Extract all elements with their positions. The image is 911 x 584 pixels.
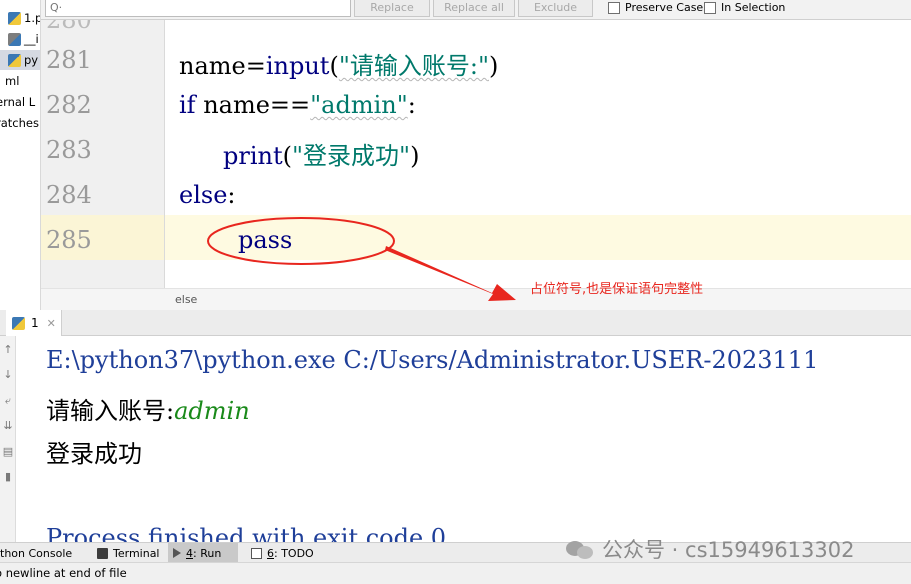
python-file-icon xyxy=(8,53,21,67)
run-console[interactable]: E:\python37\python.exe C:/Users/Administ… xyxy=(17,336,911,542)
run-tab[interactable]: 1 ✕ xyxy=(6,310,62,336)
project-tree-item[interactable]: 1.p xyxy=(0,8,41,28)
run-tool-tab[interactable]: 4: Run xyxy=(168,543,238,563)
code-text: ) xyxy=(489,52,499,80)
builtin-function: input xyxy=(265,52,330,80)
terminal-label: Terminal xyxy=(113,546,160,560)
code-text: : xyxy=(407,91,416,119)
exclude-button[interactable]: Exclude xyxy=(518,0,593,17)
breadcrumb-item[interactable]: else xyxy=(175,293,197,306)
project-tree-item[interactable]: ml xyxy=(0,71,19,91)
console-user-input: admin xyxy=(174,397,250,425)
python-console-tab[interactable]: thon Console xyxy=(0,543,77,563)
arrow-down-icon[interactable]: ↓ xyxy=(1,367,15,383)
code-text: ( xyxy=(329,52,339,80)
code-line[interactable]: print("登录成功") xyxy=(223,136,419,171)
code-line[interactable]: name=input("请输入账号:") xyxy=(179,46,498,81)
status-bar: o newline at end of file xyxy=(0,562,911,584)
run-icon xyxy=(173,548,181,558)
code-editor[interactable]: 280 281 282 283 284 285 name=input("请输入账… xyxy=(41,20,911,288)
console-finished-line: Process finished with exit code 0 xyxy=(46,524,447,542)
code-line[interactable]: if name=="admin": xyxy=(179,91,416,119)
wechat-logo-icon xyxy=(566,538,596,560)
search-icon: Q· xyxy=(50,1,63,14)
string-literal: "admin" xyxy=(310,91,408,119)
project-tree-item-label: 1.p xyxy=(24,11,41,25)
keyword: else xyxy=(179,181,228,209)
annotation-note: 占位符号,也是保证语句完整性 xyxy=(530,282,704,297)
preserve-case-label: Preserve Case xyxy=(625,1,704,14)
keyword: if xyxy=(179,91,196,119)
find-input[interactable]: Q· xyxy=(45,0,351,17)
todo-tab[interactable]: 6: TODO xyxy=(246,543,319,563)
external-libraries-item[interactable]: ernal L xyxy=(0,92,35,112)
line-number: 282 xyxy=(46,91,92,119)
project-tree-item-selected[interactable]: py xyxy=(0,50,40,70)
run-tab-label: 1 xyxy=(31,316,39,330)
watermark: 公众号 · cs15949613302 xyxy=(566,534,854,564)
project-tree-item-label: __i xyxy=(24,32,39,46)
code-text: ( xyxy=(282,142,292,170)
string-literal: "请输入账号:" xyxy=(338,52,489,80)
project-tree-item[interactable]: __i xyxy=(0,29,39,49)
scroll-to-end-icon[interactable]: ⇊ xyxy=(1,418,15,434)
todo-tab-label: : TODO xyxy=(274,546,314,560)
replace-button[interactable]: Replace xyxy=(354,0,430,17)
checkbox-icon xyxy=(608,1,620,14)
console-prompt: 请输入账号: xyxy=(46,397,175,425)
run-tab-bar: 1 ✕ xyxy=(0,310,911,336)
project-sidebar: 1.p __i py ml ernal L ratches xyxy=(0,0,41,310)
console-prompt-line: 请输入账号:admin xyxy=(46,391,250,426)
run-side-toolbar: ↑ ↓ ⤶ ⇊ ▤ ▮ xyxy=(0,336,16,542)
line-number-partial: 280 xyxy=(46,20,92,34)
current-line-highlight xyxy=(41,215,911,260)
checkbox-icon xyxy=(704,1,716,14)
line-number: 284 xyxy=(46,181,92,209)
code-text: name= xyxy=(179,52,266,80)
breadcrumb[interactable]: else xyxy=(41,288,911,310)
code-line[interactable]: else: xyxy=(179,181,236,209)
python-console-label: thon Console xyxy=(0,546,73,560)
code-text: : xyxy=(227,181,236,209)
string-literal: "登录成功" xyxy=(292,142,411,170)
preserve-case-checkbox[interactable]: Preserve Case xyxy=(608,1,703,14)
terminal-tab[interactable]: Terminal xyxy=(92,543,165,563)
builtin-function: print xyxy=(223,142,283,170)
run-tab-number: 4 xyxy=(186,546,193,560)
todo-tab-number: 6 xyxy=(267,546,274,560)
trash-icon[interactable]: ▮ xyxy=(1,469,15,485)
code-text: name== xyxy=(195,91,311,119)
in-selection-label: In Selection xyxy=(721,1,786,14)
console-output-line: 登录成功 xyxy=(46,440,142,468)
arrow-up-icon[interactable]: ↑ xyxy=(1,342,15,358)
project-tree-item-label: py xyxy=(24,53,39,67)
code-text: ) xyxy=(410,142,420,170)
find-replace-bar: Q· Replace Replace all Exclude Preserve … xyxy=(41,0,911,20)
soft-wrap-icon[interactable]: ⤶ xyxy=(1,393,15,409)
python-icon xyxy=(12,316,25,330)
scratches-item[interactable]: ratches xyxy=(0,113,39,133)
package-icon xyxy=(8,32,21,46)
terminal-icon xyxy=(97,547,108,559)
code-line[interactable]: pass xyxy=(238,226,292,254)
close-icon[interactable]: ✕ xyxy=(47,317,56,330)
todo-icon xyxy=(251,547,262,559)
status-message: o newline at end of file xyxy=(0,566,127,580)
project-tree-item-label: ernal L xyxy=(0,95,36,109)
line-number: 281 xyxy=(46,46,92,74)
watermark-text: 公众号 · cs15949613302 xyxy=(602,538,855,562)
project-tree-item-label: ml xyxy=(5,74,20,88)
keyword: pass xyxy=(238,226,293,254)
replace-all-button[interactable]: Replace all xyxy=(433,0,515,17)
console-command-line: E:\python37\python.exe C:/Users/Administ… xyxy=(46,346,819,374)
run-tab-label: : Run xyxy=(193,546,222,560)
line-number: 283 xyxy=(46,136,92,164)
in-selection-checkbox[interactable]: In Selection xyxy=(704,1,785,14)
line-number: 285 xyxy=(46,226,92,254)
python-file-icon xyxy=(8,11,21,25)
project-tree-item-label: ratches xyxy=(0,116,39,130)
print-icon[interactable]: ▤ xyxy=(1,444,15,460)
